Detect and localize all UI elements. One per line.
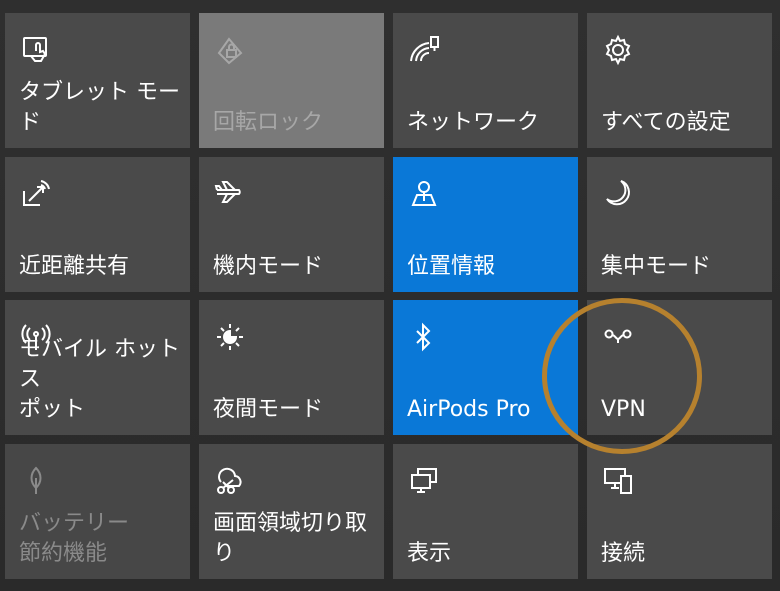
screen-snip-tile[interactable]: 画面領域切り取 り [199,444,384,579]
battery-saver-tile[interactable]: バッテリー 節約機能 [5,444,190,579]
moon-icon [601,177,635,211]
battery-saver-icon [19,464,53,498]
snip-icon [213,464,247,498]
night-light-label: 夜間モード [213,397,324,422]
nearby-share-label: 近距離共有 [19,254,130,279]
tablet-mode-icon [19,33,53,67]
connect-label: 接続 [601,541,646,566]
project-label: 表示 [407,541,452,566]
project-icon [407,464,441,498]
airplane-mode-tile[interactable]: 機内モード [199,157,384,292]
network-icon [407,33,441,67]
vpn-tile[interactable]: VPN [587,300,772,435]
location-icon [407,177,441,211]
bluetooth-device-label: AirPods Pro [407,397,531,422]
connect-icon [601,464,635,498]
rotation-lock-tile[interactable]: 回転ロック [199,13,384,148]
location-tile[interactable]: 位置情報 [393,157,578,292]
mobile-hotspot-tile[interactable]: モバイル ホットス ポット [5,300,190,435]
focus-mode-label: 集中モード [601,254,712,279]
rotation-lock-label: 回転ロック [213,110,324,135]
tablet-mode-label: タブレット モード [19,80,180,135]
airplane-icon [213,177,247,211]
vpn-icon [601,320,635,354]
focus-mode-tile[interactable]: 集中モード [587,157,772,292]
connect-tile[interactable]: 接続 [587,444,772,579]
rotation-lock-icon [213,33,247,67]
battery-saver-label: バッテリー 節約機能 [19,511,130,566]
location-label: 位置情報 [407,254,496,279]
nearby-share-tile[interactable]: 近距離共有 [5,157,190,292]
night-light-icon [213,320,247,354]
all-settings-label: すべての設定 [601,110,731,135]
vpn-label: VPN [601,397,646,422]
tablet-mode-tile[interactable]: タブレット モード [5,13,190,148]
project-tile[interactable]: 表示 [393,444,578,579]
bluetooth-tile[interactable]: AirPods Pro [393,300,578,435]
network-label: ネットワーク [407,110,540,135]
night-light-tile[interactable]: 夜間モード [199,300,384,435]
gear-icon [601,33,635,67]
nearby-share-icon [19,177,53,211]
bluetooth-icon [407,320,441,354]
mobile-hotspot-label: モバイル ホットス ポット [19,337,180,422]
all-settings-tile[interactable]: すべての設定 [587,13,772,148]
quick-actions-panel: タブレット モード 回転ロック ネットワーク すべての設定 近距離共有 機内モー… [0,0,780,591]
screen-snip-label: 画面領域切り取 り [213,511,368,566]
network-tile[interactable]: ネットワーク [393,13,578,148]
airplane-mode-label: 機内モード [213,254,324,279]
